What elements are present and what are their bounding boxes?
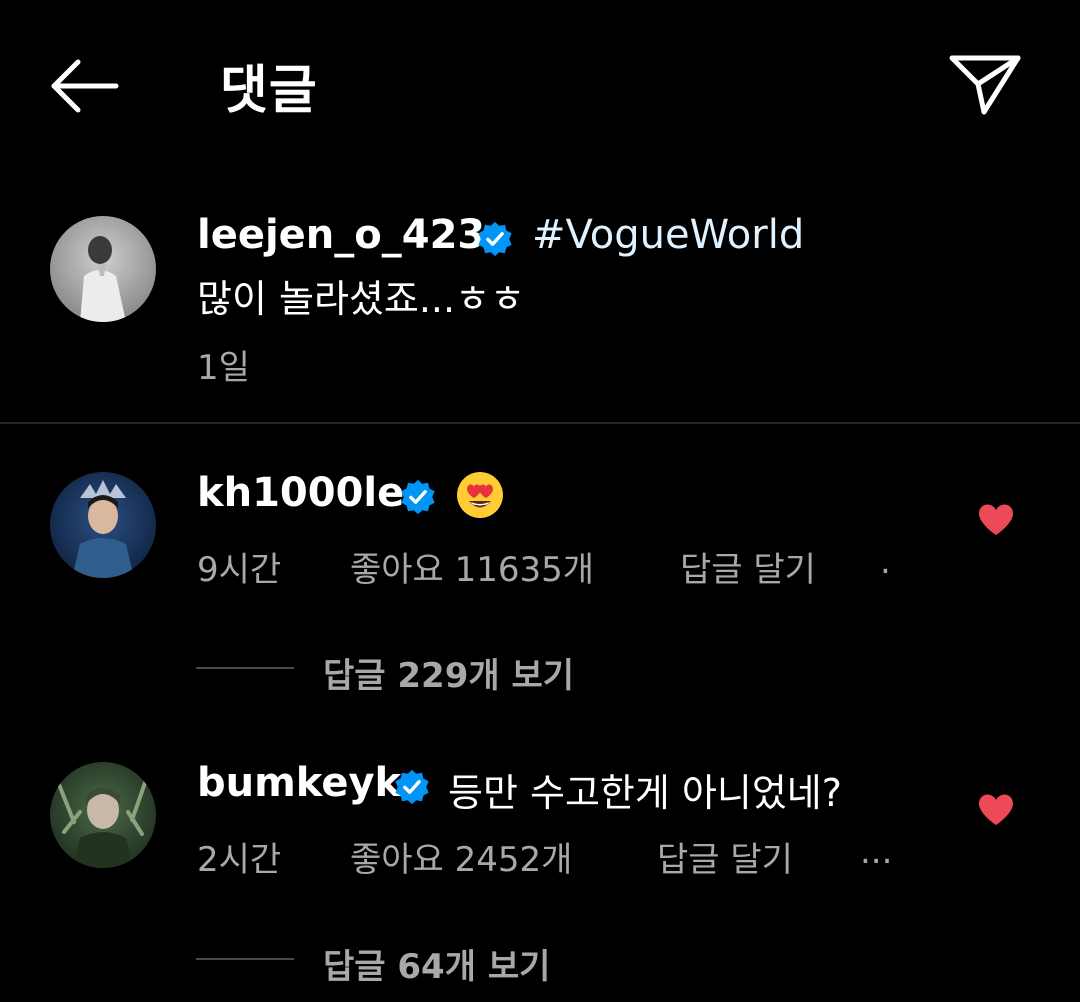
page-title: 댓글 [220,61,318,121]
verified-badge-icon [393,768,431,806]
comment-avatar-bumkeyk[interactable] [50,762,156,868]
comment-likes-count[interactable]: 좋아요 2452개 [350,832,572,881]
divider [0,422,1080,424]
replies-line [196,958,294,960]
view-replies-button[interactable]: 답글 64개 보기 [323,939,550,988]
verified-badge-icon [476,220,514,258]
caption-hashtag[interactable]: #VogueWorld [532,212,804,258]
reply-button[interactable]: 답글 달기 [657,832,793,881]
comment-avatar-kh1000le[interactable] [50,472,156,578]
comment-text: 등만 수고한게 아니었네? [448,771,842,815]
caption-text: 많이 놀라셨죠...ㅎㅎ [197,277,525,321]
like-heart-icon[interactable] [977,503,1015,537]
comment-time: 9시간 [197,550,282,590]
paper-plane-icon[interactable] [946,48,1024,120]
caption-avatar[interactable] [50,216,156,322]
verified-badge-icon [399,478,437,516]
comment-time: 2시간 [197,840,282,880]
comment-likes-count[interactable]: 좋아요 11635개 [350,542,594,591]
comments-screen: 댓글 leejen_o_423 #VogueWorld 많이 놀라셨죠...ㅎㅎ… [0,0,1080,1002]
replies-line [196,667,294,669]
back-arrow-icon[interactable] [48,56,120,116]
heart-eyes-emoji-icon [455,470,505,520]
caption-username[interactable]: leejen_o_423 [197,212,485,258]
comment-username[interactable]: bumkeyk [197,760,401,806]
view-replies-button[interactable]: 답글 229개 보기 [323,648,574,697]
comment-username[interactable]: kh1000le [197,470,404,516]
more-options-button[interactable]: ... [860,832,892,872]
like-heart-icon[interactable] [977,793,1015,827]
more-options-button[interactable]: . [880,542,891,582]
caption-time: 1일 [197,348,250,388]
reply-button[interactable]: 답글 달기 [680,542,816,591]
